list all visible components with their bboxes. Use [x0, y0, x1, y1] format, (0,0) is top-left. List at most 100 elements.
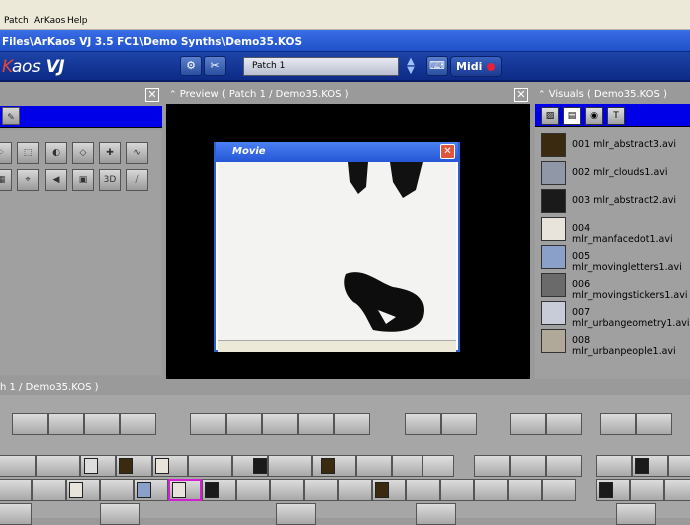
- key[interactable]: [312, 455, 356, 477]
- key[interactable]: [616, 503, 656, 525]
- key[interactable]: [440, 479, 474, 501]
- key[interactable]: [0, 479, 32, 501]
- fx-cube-icon[interactable]: ◇: [72, 142, 94, 164]
- key[interactable]: [226, 413, 262, 435]
- key[interactable]: [12, 413, 48, 435]
- key[interactable]: [546, 455, 582, 477]
- key[interactable]: [422, 455, 454, 477]
- visual-item[interactable]: 002 mlr_clouds1.avi: [535, 159, 690, 187]
- camera-tab-icon[interactable]: ◉: [585, 107, 603, 125]
- visual-item[interactable]: 001 mlr_abstract3.avi: [535, 131, 690, 159]
- fx-focus-icon[interactable]: ⌖: [17, 169, 39, 191]
- key[interactable]: [276, 503, 316, 525]
- fx-transform-icon[interactable]: ⬚: [17, 142, 39, 164]
- key[interactable]: [441, 413, 477, 435]
- key[interactable]: [596, 455, 632, 477]
- key[interactable]: [80, 455, 116, 477]
- key-selected[interactable]: [168, 479, 202, 501]
- key[interactable]: [0, 455, 36, 477]
- key[interactable]: [190, 413, 226, 435]
- settings-icon[interactable]: ⚙: [180, 56, 202, 76]
- key[interactable]: [48, 413, 84, 435]
- key[interactable]: [508, 479, 542, 501]
- fx-frame-icon[interactable]: ▣: [72, 169, 94, 191]
- visual-item[interactable]: 007 mlr_urbangeometry1.avi: [535, 299, 690, 329]
- key[interactable]: [262, 413, 298, 435]
- visual-item[interactable]: 004 mlr_manfacedot1.avi: [535, 215, 690, 245]
- key[interactable]: [134, 479, 168, 501]
- fx-dots-icon[interactable]: ⁘: [0, 142, 12, 164]
- key[interactable]: [356, 455, 392, 477]
- key[interactable]: [36, 455, 80, 477]
- fx-mosaic-icon[interactable]: ▦: [0, 169, 12, 191]
- fx-plus-icon[interactable]: ✚: [99, 142, 121, 164]
- midi-button[interactable]: Midi: [450, 56, 502, 77]
- key[interactable]: [416, 503, 456, 525]
- patch-arrows-icon[interactable]: ▲ ▼: [403, 57, 419, 77]
- close-fx-panel-icon[interactable]: ✕: [145, 88, 159, 102]
- key[interactable]: [268, 455, 312, 477]
- key[interactable]: [338, 479, 372, 501]
- key[interactable]: [116, 455, 152, 477]
- movie-close-icon[interactable]: ✕: [440, 144, 455, 159]
- menu-arkaos[interactable]: ArKaos: [34, 16, 65, 26]
- key[interactable]: [32, 479, 66, 501]
- key[interactable]: [596, 479, 630, 501]
- fx-wave-icon[interactable]: ∿: [126, 142, 148, 164]
- movie-tab-icon[interactable]: ▤: [563, 107, 581, 125]
- key[interactable]: [236, 479, 270, 501]
- key[interactable]: [406, 479, 440, 501]
- key[interactable]: [474, 455, 510, 477]
- key[interactable]: [232, 455, 268, 477]
- menu-help[interactable]: Help: [67, 16, 88, 26]
- key[interactable]: [120, 413, 156, 435]
- key-thumbnail: [172, 482, 186, 498]
- visuals-title: Visuals ( Demo35.KOS ): [548, 89, 667, 100]
- menu-patch[interactable]: Patch: [4, 16, 29, 26]
- key[interactable]: [100, 503, 140, 525]
- key[interactable]: [510, 413, 546, 435]
- visual-item[interactable]: 003 mlr_abstract2.avi: [535, 187, 690, 215]
- key[interactable]: [304, 479, 338, 501]
- visual-item[interactable]: 008 mlr_urbanpeople1.avi: [535, 327, 690, 357]
- movie-title-bar[interactable]: Movie: [216, 142, 458, 162]
- fx-3d-icon[interactable]: 3D: [99, 169, 121, 191]
- key[interactable]: [542, 479, 576, 501]
- key[interactable]: [0, 503, 32, 525]
- fx-spiral-icon[interactable]: ◐: [45, 142, 67, 164]
- key[interactable]: [372, 479, 406, 501]
- text-tab-icon[interactable]: T: [607, 107, 625, 125]
- key[interactable]: [600, 413, 636, 435]
- key[interactable]: [630, 479, 664, 501]
- keyboard-icon[interactable]: ⌨: [426, 56, 448, 76]
- key[interactable]: [664, 479, 690, 501]
- fx-tab-icon[interactable]: ✎: [2, 107, 20, 125]
- key[interactable]: [474, 479, 508, 501]
- key[interactable]: [152, 455, 188, 477]
- collapse-icon[interactable]: ⌃: [538, 90, 546, 100]
- key[interactable]: [632, 455, 668, 477]
- fx-blur-icon[interactable]: ⧸: [126, 169, 148, 191]
- key[interactable]: [334, 413, 370, 435]
- movie-scrollbar[interactable]: [218, 340, 456, 352]
- key[interactable]: [84, 413, 120, 435]
- key[interactable]: [636, 413, 672, 435]
- tools-icon[interactable]: ✂: [204, 56, 226, 76]
- visual-item[interactable]: 005 mlr_movingletters1.avi: [535, 243, 690, 273]
- key[interactable]: [405, 413, 441, 435]
- key[interactable]: [668, 455, 690, 477]
- key[interactable]: [188, 455, 232, 477]
- image-tab-icon[interactable]: ▨: [541, 107, 559, 125]
- close-preview-icon[interactable]: ✕: [514, 88, 528, 102]
- key[interactable]: [202, 479, 236, 501]
- key[interactable]: [298, 413, 334, 435]
- fx-arrow-icon[interactable]: ◀: [45, 169, 67, 191]
- visual-item[interactable]: 006 mlr_movingstickers1.avi: [535, 271, 690, 301]
- patch-selector[interactable]: Patch 1: [243, 57, 399, 76]
- key[interactable]: [66, 479, 100, 501]
- key[interactable]: [270, 479, 304, 501]
- key[interactable]: [546, 413, 582, 435]
- collapse-icon[interactable]: ⌃: [169, 90, 177, 100]
- key[interactable]: [510, 455, 546, 477]
- key[interactable]: [100, 479, 134, 501]
